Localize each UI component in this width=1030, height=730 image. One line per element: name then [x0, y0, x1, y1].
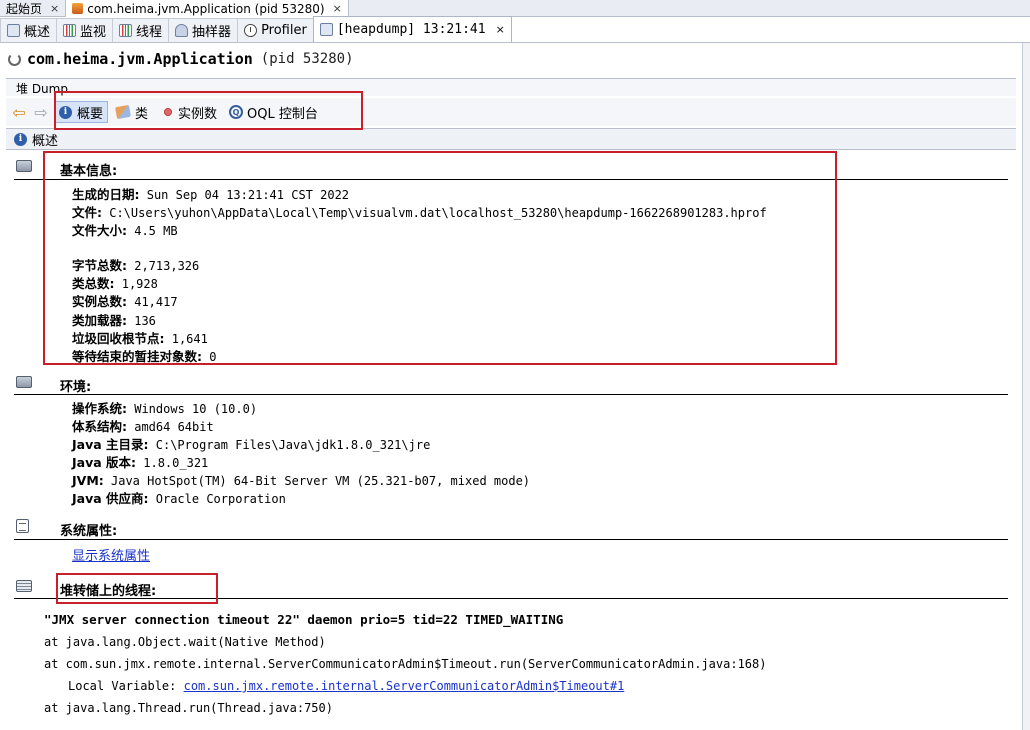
basic-info-icon — [16, 160, 32, 172]
close-icon[interactable]: × — [50, 2, 59, 15]
tab-label: 抽样器 — [192, 25, 232, 40]
sampler-icon — [175, 24, 189, 37]
info-icon: i — [14, 132, 27, 146]
env-row-jvm: JVM: Java HotSpot(TM) 64-Bit Server VM (… — [72, 473, 531, 489]
stack-frame: at java.lang.Object.wait(Native Method) — [44, 635, 326, 649]
tab-overview[interactable]: 概述 — [0, 18, 58, 42]
highlight-box-nav — [54, 91, 363, 130]
back-arrow-icon[interactable]: ⇦ — [10, 103, 28, 122]
profiler-icon — [244, 24, 258, 37]
app-name: com.heima.jvm.Application — [27, 50, 253, 68]
document-tab-bar: 起始页 × com.heima.jvm.Application (pid 532… — [0, 0, 1030, 17]
section-label: 概述 — [32, 133, 59, 149]
tab-monitor[interactable]: 监视 — [56, 18, 114, 42]
highlight-box-threads — [56, 573, 218, 604]
close-icon[interactable]: × — [333, 2, 342, 15]
tab-label: [heapdump] 13:21:41 — [336, 22, 486, 37]
env-row-arch: 体系结构: amd64 64bit — [72, 419, 214, 435]
system-properties-icon — [16, 519, 29, 533]
env-row-java-vendor: Java 供应商: Oracle Corporation — [72, 491, 286, 507]
local-variable-link[interactable]: com.sun.jmx.remote.internal.ServerCommun… — [184, 679, 625, 693]
tab-label: 监视 — [80, 25, 107, 40]
tab-label: com.heima.jvm.Application (pid 53280) — [87, 1, 325, 16]
system-properties-title: 系统属性: — [60, 524, 118, 539]
tab-label: Profiler — [261, 23, 307, 38]
tab-label: 线程 — [136, 25, 163, 40]
environment-icon — [16, 376, 32, 388]
threads-icon — [119, 24, 133, 37]
app-pid: (pid 53280) — [260, 51, 354, 67]
local-variable-label: Local Variable: — [68, 679, 177, 693]
stack-frame: at com.sun.jmx.remote.internal.ServerCom… — [44, 657, 767, 671]
heapdump-icon — [319, 23, 333, 36]
monitor-icon — [63, 24, 77, 37]
right-border — [1022, 43, 1030, 730]
tab-profiler[interactable]: Profiler — [237, 18, 314, 42]
java-icon — [72, 3, 84, 14]
env-row-java-home: Java 主目录: C:\Program Files\Java\jdk1.8.0… — [72, 437, 431, 453]
env-row-os: 操作系统: Windows 10 (10.0) — [72, 401, 258, 416]
show-system-properties-link[interactable]: 显示系统属性 — [72, 545, 150, 564]
tool-tab-bar: 概述 监视 线程 抽样器 Profiler [heapdump] 13:21:4… — [0, 16, 1030, 43]
tab-label: 概述 — [24, 25, 51, 40]
tab-label: 起始页 — [6, 2, 43, 16]
tab-start-page[interactable]: 起始页 × — [0, 0, 67, 17]
overview-icon — [7, 24, 20, 37]
tab-application[interactable]: com.heima.jvm.Application (pid 53280) × — [66, 0, 349, 17]
tab-sampler[interactable]: 抽样器 — [168, 18, 239, 42]
tab-heapdump[interactable]: [heapdump] 13:21:41 × — [312, 16, 512, 42]
forward-arrow-icon[interactable]: ⇨ — [32, 103, 50, 122]
threads-section-icon — [16, 580, 32, 592]
divider — [14, 394, 1008, 395]
stack-frame: at java.lang.Thread.run(Thread.java:750) — [44, 701, 333, 715]
thread-header: "JMX server connection timeout 22" daemo… — [44, 612, 564, 627]
tab-threads[interactable]: 线程 — [112, 18, 170, 42]
env-row-java-version: Java 版本: 1.8.0_321 — [72, 455, 209, 471]
highlight-box-basic-info — [43, 151, 837, 365]
overview-section-header: i 概述 — [6, 128, 1016, 150]
local-variable-row: Local Variable: com.sun.jmx.remote.inter… — [68, 679, 624, 693]
close-icon[interactable]: × — [496, 23, 505, 36]
environment-title: 环境: — [60, 380, 92, 395]
loading-icon — [8, 52, 21, 66]
environment-list: 操作系统: Windows 10 (10.0) 体系结构: amd64 64bi… — [72, 400, 530, 509]
page-title: com.heima.jvm.Application (pid 53280) — [8, 50, 354, 68]
divider — [14, 539, 1008, 540]
